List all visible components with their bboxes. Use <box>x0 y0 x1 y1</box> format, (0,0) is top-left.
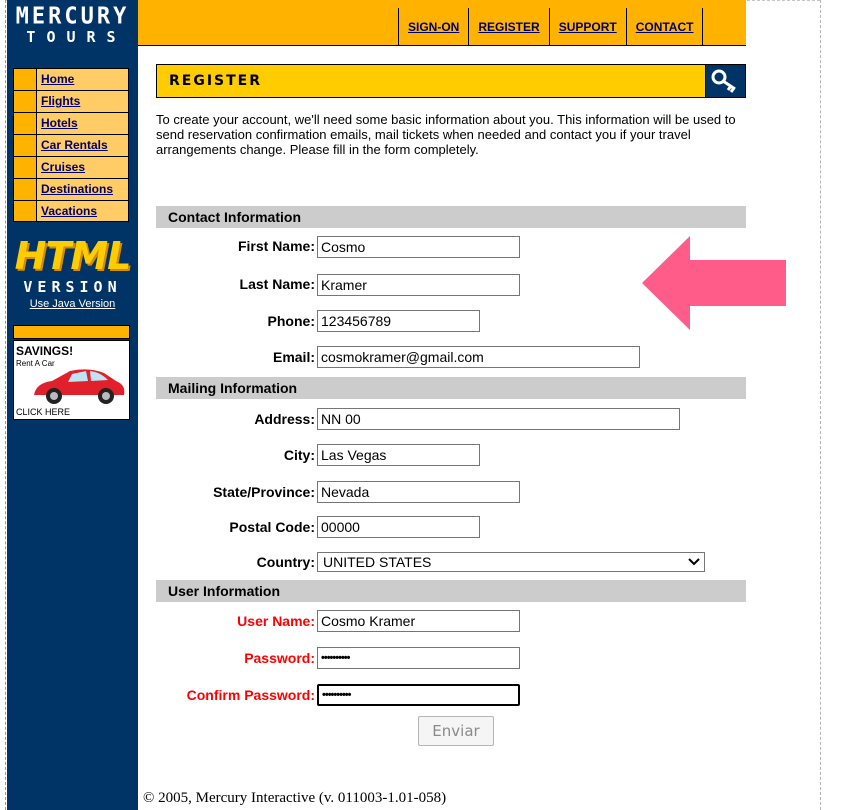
sidebar-link-cruises[interactable]: Cruises <box>37 157 128 178</box>
sidebar-item-destinations[interactable]: Destinations <box>13 178 129 200</box>
register-header: REGISTER <box>156 64 746 98</box>
sidebar-item-home[interactable]: Home <box>13 68 129 90</box>
address-label: Address: <box>254 411 315 427</box>
nav-bullet <box>14 69 37 90</box>
car-icon <box>34 369 125 404</box>
sidebar-link-hotels[interactable]: Hotels <box>37 113 128 134</box>
window-frame-left <box>0 0 6 810</box>
top-bar: SIGN-ON REGISTER SUPPORT CONTACT <box>138 0 746 46</box>
sidebar: MERCURY TOURS Home Flights Hotels Car Re… <box>7 0 138 810</box>
top-nav: SIGN-ON REGISTER SUPPORT CONTACT <box>398 8 704 46</box>
nav-bullet <box>14 113 37 134</box>
confirm-password-input[interactable]: •••••••••• <box>317 684 520 706</box>
country-selected-value: UNITED STATES <box>323 554 432 570</box>
country-label: Country: <box>256 554 315 570</box>
address-input[interactable]: NN 00 <box>317 408 680 430</box>
top-nav-link[interactable]: CONTACT <box>636 20 694 34</box>
nav-bullet <box>14 135 37 156</box>
annotation-arrow-icon <box>642 236 786 330</box>
nav-bullet <box>14 179 37 200</box>
phone-label: Phone: <box>267 313 315 329</box>
city-label: City: <box>283 447 315 463</box>
sidebar-link-destinations[interactable]: Destinations <box>37 179 128 200</box>
version-label: VERSION <box>23 278 122 296</box>
sidebar-item-cruises[interactable]: Cruises <box>13 156 129 178</box>
html-version-badge: HTML <box>14 234 132 278</box>
side-nav: Home Flights Hotels Car Rentals Cruises … <box>13 68 129 222</box>
last-name-input[interactable]: Kramer <box>317 274 520 296</box>
first-name-label: First Name: <box>237 238 315 254</box>
top-nav-sign-on[interactable]: SIGN-ON <box>398 8 468 46</box>
sidebar-link-home[interactable]: Home <box>37 69 128 90</box>
top-nav-contact[interactable]: CONTACT <box>625 8 704 46</box>
sidebar-item-car-rentals[interactable]: Car Rentals <box>13 134 129 156</box>
top-nav-register[interactable]: REGISTER <box>468 8 548 46</box>
mercury-tours-logo[interactable]: MERCURY TOURS <box>7 3 138 54</box>
user-name-label: User Name: <box>237 613 315 629</box>
password-label: Password: <box>244 650 315 666</box>
email-input[interactable]: cosmokramer@gmail.com <box>317 346 640 368</box>
submit-button[interactable]: Enviar <box>418 716 494 746</box>
sidebar-link-flights[interactable]: Flights <box>37 91 128 112</box>
ad-cta: CLICK HERE <box>16 407 71 417</box>
sidebar-item-vacations[interactable]: Vacations <box>13 200 129 222</box>
sidebar-item-flights[interactable]: Flights <box>13 90 129 112</box>
city-input[interactable]: Las Vegas <box>317 444 480 466</box>
intro-text: To create your account, we'll need some … <box>156 112 736 157</box>
footer-copyright: © 2005, Mercury Interactive (v. 011003-1… <box>143 790 447 806</box>
top-nav-link[interactable]: SUPPORT <box>559 20 617 34</box>
section-user-information: User Information <box>156 580 746 602</box>
nav-bullet <box>14 201 37 221</box>
ad-header-strip <box>13 325 130 339</box>
section-mailing-information: Mailing Information <box>156 377 746 399</box>
section-contact-information: Contact Information <box>156 206 746 228</box>
window-frame-right <box>820 0 822 810</box>
top-nav-link[interactable]: REGISTER <box>478 20 539 34</box>
nav-bullet <box>14 91 37 112</box>
top-nav-support[interactable]: SUPPORT <box>548 8 626 46</box>
password-input[interactable]: •••••••••• <box>317 647 520 669</box>
country-select[interactable]: UNITED STATES <box>317 552 705 572</box>
user-name-input[interactable]: Cosmo Kramer <box>317 610 520 632</box>
postal-code-input[interactable]: 00000 <box>317 516 480 538</box>
sidebar-link-car-rentals[interactable]: Car Rentals <box>37 135 128 156</box>
page-title: REGISTER <box>169 73 263 89</box>
sidebar-link-vacations[interactable]: Vacations <box>37 201 128 221</box>
key-icon <box>705 65 745 97</box>
logo-line1: MERCURY <box>15 3 130 30</box>
phone-input[interactable]: 123456789 <box>317 310 480 332</box>
postal-code-label: Postal Code: <box>229 519 315 535</box>
logo-line2: TOURS <box>26 28 127 46</box>
last-name-label: Last Name: <box>239 276 315 292</box>
state-label: State/Province: <box>213 484 315 500</box>
first-name-input[interactable]: Cosmo <box>317 236 520 258</box>
state-input[interactable]: Nevada <box>317 481 520 503</box>
confirm-password-label: Confirm Password: <box>186 687 315 703</box>
car-rental-ad[interactable]: SAVINGS! Rent A Car CLICK HERE <box>13 340 130 420</box>
email-label: Email: <box>272 349 315 365</box>
java-version-link[interactable]: Use Java Version <box>7 298 138 310</box>
nav-bullet <box>14 157 37 178</box>
sidebar-item-hotels[interactable]: Hotels <box>13 112 129 134</box>
ad-title: SAVINGS! <box>16 344 74 358</box>
top-nav-link[interactable]: SIGN-ON <box>408 20 459 34</box>
chevron-down-icon <box>688 553 700 576</box>
